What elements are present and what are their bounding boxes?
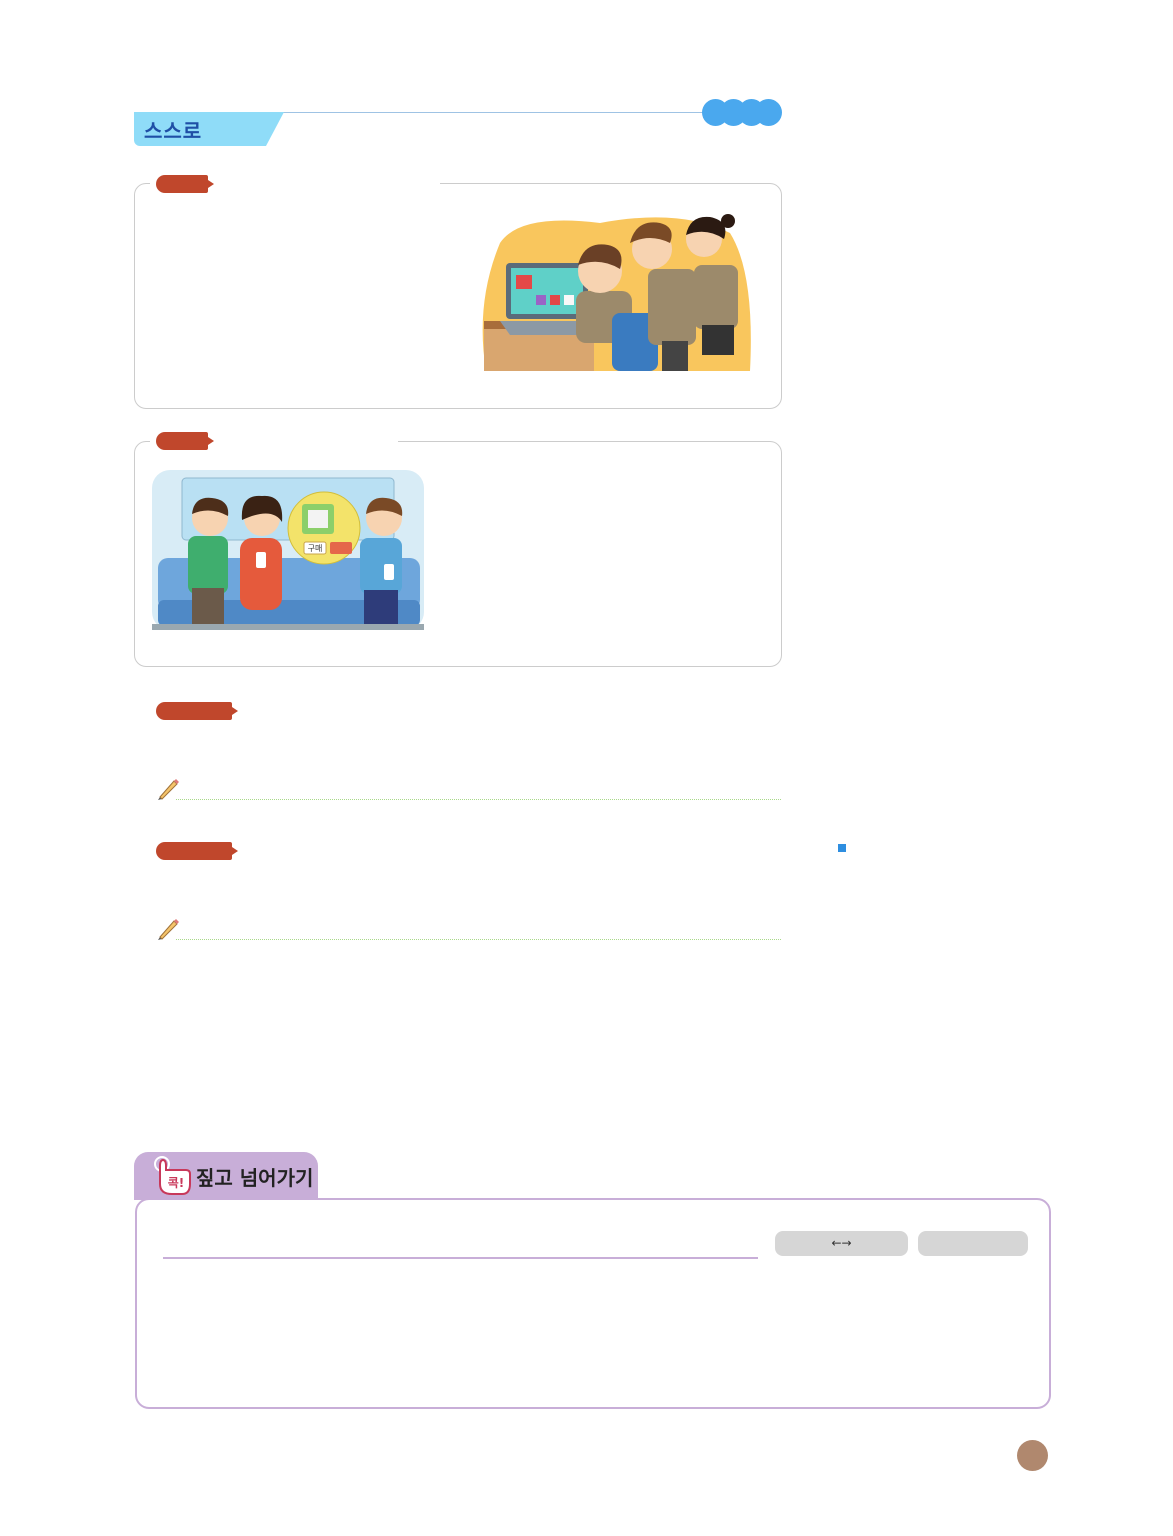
blank-pill (918, 1231, 1028, 1256)
popup-buy-button: 구매 (308, 544, 323, 553)
pencil-icon (158, 779, 179, 800)
question-label-1 (156, 702, 238, 720)
arrow-pill: ←→ (775, 1231, 908, 1256)
illustration-students-shopping-online (482, 214, 751, 371)
dot-icon (755, 99, 782, 126)
review-box (135, 1198, 1051, 1409)
answer-line-1[interactable] (176, 799, 781, 800)
page-number-badge (1017, 1440, 1048, 1471)
pencil-icon (158, 919, 179, 940)
review-rule (163, 1257, 758, 1259)
question-label-2 (156, 842, 238, 860)
header-dots-decoration (702, 99, 782, 126)
pointing-hand-icon: 콕! (154, 1156, 191, 1195)
margin-marker (838, 844, 846, 852)
illustration-subway-phone-shopping: 구매 (152, 470, 424, 630)
page-title: 스스로 (144, 119, 203, 143)
activity-label-2 (156, 432, 214, 450)
activity-label-1 (156, 175, 214, 193)
answer-line-2[interactable] (176, 939, 781, 940)
review-title: 짚고 넘어가기 (196, 1166, 314, 1190)
review-badge: 콕! (168, 1176, 185, 1190)
